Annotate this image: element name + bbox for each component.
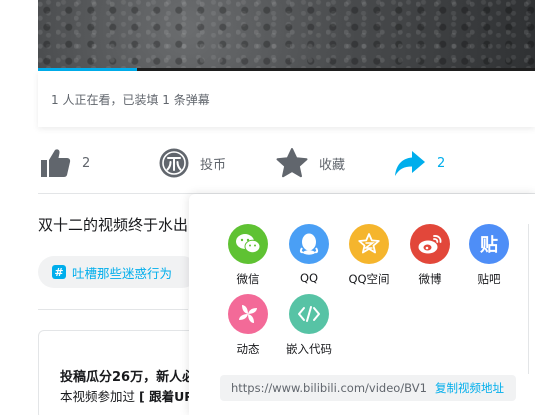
qzone-icon: [358, 233, 380, 254]
video-url-text[interactable]: https://www.bilibili.com/video/BV1er4: [231, 381, 427, 395]
share-dynamic-label: 动态: [236, 342, 260, 356]
share-popover: 微信 QQ QQ空间 微博 贴 贴吧 动态 嵌入代码 https://www.b…: [189, 194, 535, 415]
share-button[interactable]: 2: [393, 147, 445, 179]
activity-card[interactable]: 投稿瓜分26万，新人必得 本视频参加过 [ 跟着UP主: [38, 330, 198, 415]
coin-button[interactable]: 投币: [158, 147, 226, 179]
share-qq[interactable]: QQ: [279, 224, 339, 285]
favorite-button[interactable]: 收藏: [275, 147, 345, 179]
share-weibo[interactable]: 微博: [400, 224, 460, 287]
dynamic-circle: [228, 294, 268, 334]
qq-icon: [299, 233, 319, 255]
share-wechat-label: 微信: [236, 272, 260, 286]
activity-card-text: 本视频参加过 [ 跟着UP主: [60, 386, 197, 405]
share-popover-divider: [528, 224, 529, 374]
share-tieba-label: 贴吧: [477, 272, 501, 286]
share-tieba[interactable]: 贴 贴吧: [459, 224, 519, 287]
weibo-icon: [418, 235, 442, 254]
share-arrow-icon: [395, 151, 425, 176]
video-toolbar: 2 投币 收藏 2: [38, 140, 535, 194]
share-embed-label: 嵌入代码: [286, 342, 332, 356]
like-count: 2: [82, 155, 91, 171]
share-qzone-label: QQ空间: [348, 272, 390, 286]
wechat-icon: [236, 234, 261, 254]
thumbs-up-icon: [41, 149, 71, 177]
video-title: 双十二的视频终于水出来了: [38, 216, 188, 234]
share-embed[interactable]: 嵌入代码: [279, 294, 339, 357]
embed-code-icon: [298, 306, 320, 322]
like-button[interactable]: 2: [38, 147, 90, 179]
divider: [38, 309, 188, 310]
share-dynamic[interactable]: 动态: [218, 294, 278, 357]
topic-tag-label: 吐槽那些迷惑行为: [72, 265, 173, 281]
tieba-icon: 贴: [480, 235, 498, 256]
share-count: 2: [437, 155, 446, 171]
video-url-bar: https://www.bilibili.com/video/BV1er4 复制…: [220, 375, 516, 401]
topic-tag[interactable]: # 吐槽那些迷惑行为: [38, 256, 198, 288]
viewer-status-text: 1 人正在看，已装填 1 条弹幕: [51, 93, 210, 107]
activity-card-text-prefix: 本视频参加过: [60, 389, 136, 404]
share-wechat[interactable]: 微信: [218, 224, 278, 287]
coin-icon: [159, 148, 189, 178]
embed-circle: [289, 294, 329, 334]
qq-circle: [289, 224, 329, 264]
tieba-circle: 贴: [469, 224, 509, 264]
video-player[interactable]: [38, 0, 535, 70]
star-icon: [276, 148, 308, 178]
copy-url-button[interactable]: 复制视频地址: [435, 380, 504, 396]
qzone-circle: [349, 224, 389, 264]
hashtag-icon: #: [52, 265, 66, 279]
share-weibo-label: 微博: [418, 272, 442, 286]
favorite-label: 收藏: [319, 157, 346, 173]
danmaku-status-bar: 1 人正在看，已装填 1 条弹幕: [38, 71, 535, 127]
weibo-circle: [410, 224, 450, 264]
coin-label: 投币: [200, 157, 227, 173]
share-qzone[interactable]: QQ空间: [339, 224, 399, 287]
share-qq-label: QQ: [299, 271, 319, 285]
wechat-circle: [228, 224, 268, 264]
dynamic-icon: [239, 305, 257, 323]
activity-card-heading: 投稿瓜分26万，新人必得: [60, 370, 198, 385]
